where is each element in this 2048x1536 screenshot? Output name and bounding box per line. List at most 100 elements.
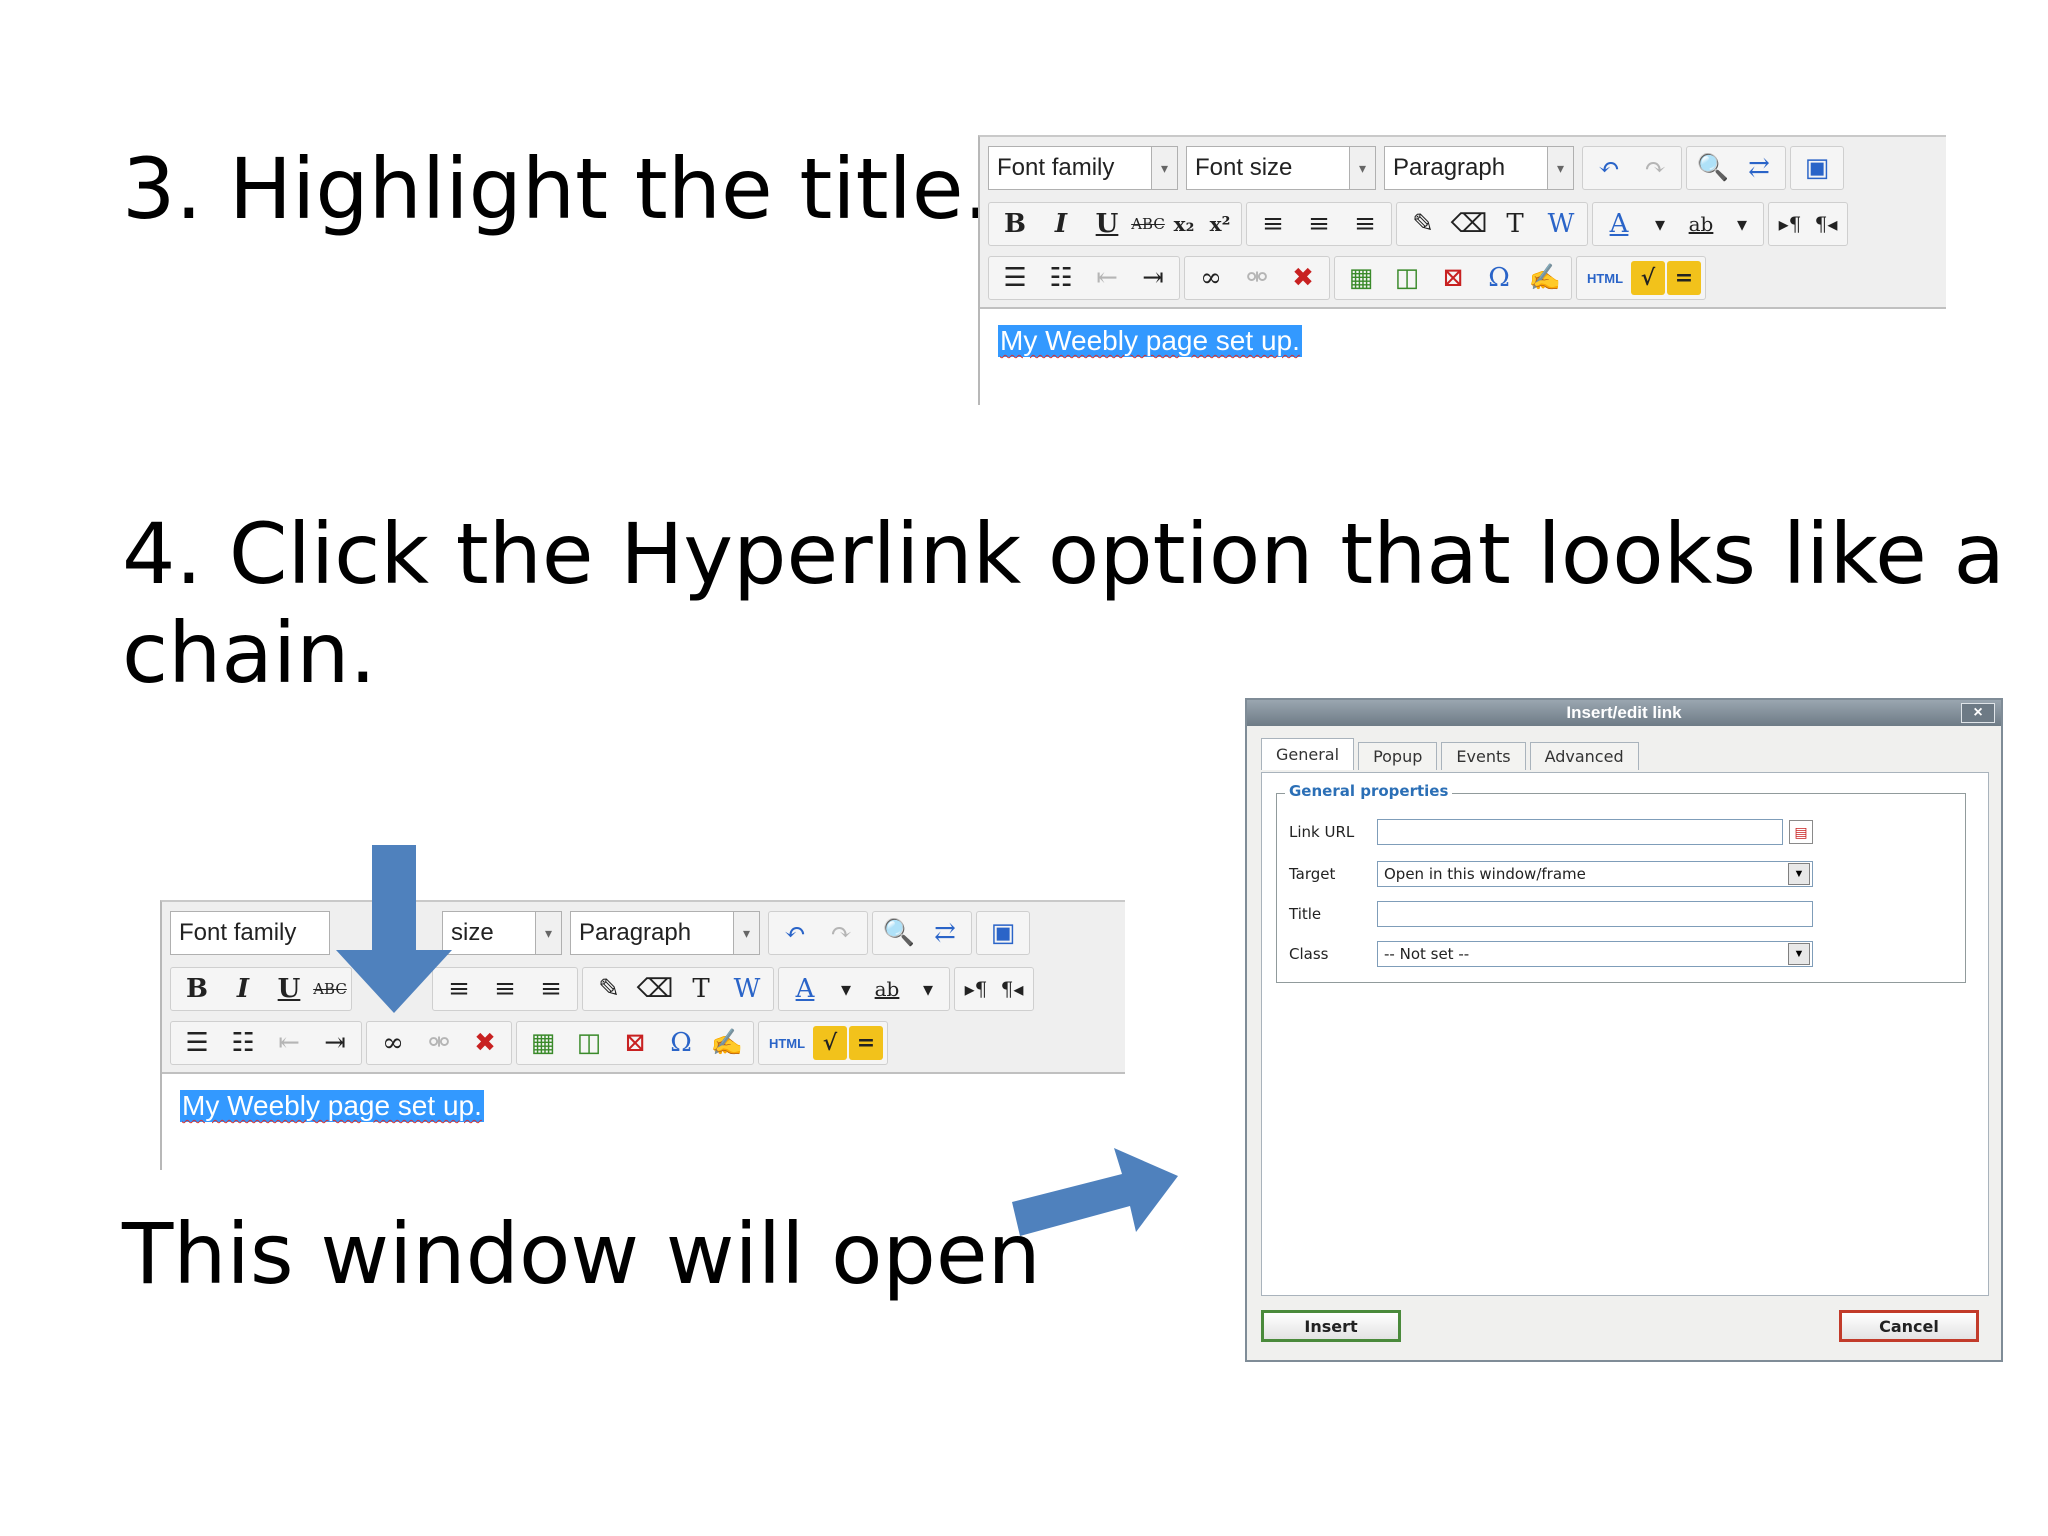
- paste-word-icon[interactable]: W: [725, 969, 769, 1009]
- anchor-remove-icon[interactable]: ✖: [463, 1023, 507, 1063]
- sqrt-icon[interactable]: √: [1631, 261, 1665, 295]
- font-family-select[interactable]: Font family ▾: [988, 146, 1178, 190]
- tab-advanced[interactable]: Advanced: [1529, 742, 1639, 770]
- font-size-select[interactable]: size ▾: [442, 911, 562, 955]
- paste-word-icon[interactable]: W: [1539, 204, 1583, 244]
- link-url-input[interactable]: [1377, 819, 1783, 845]
- unlink-icon[interactable]: ⚮: [1235, 258, 1279, 298]
- link-chain-icon[interactable]: ∞: [1189, 258, 1233, 298]
- insert-button[interactable]: Insert: [1261, 1310, 1401, 1342]
- tab-popup[interactable]: Popup: [1358, 742, 1438, 770]
- browse-icon[interactable]: ▤: [1789, 820, 1813, 844]
- editor-screenshot-top: Font family ▾ Font size ▾ Paragraph ▾ ↶ …: [978, 135, 1946, 405]
- image-icon[interactable]: ▦: [1339, 258, 1383, 298]
- indent-icon[interactable]: ⇥: [1131, 258, 1175, 298]
- chevron-down-icon: ▼: [1788, 863, 1810, 885]
- media-icon[interactable]: ◫: [567, 1023, 611, 1063]
- font-color-icon[interactable]: A: [1597, 204, 1641, 244]
- chevron-down-icon[interactable]: ▾: [1643, 204, 1677, 244]
- font-family-select[interactable]: Font family: [170, 911, 330, 955]
- align-center-icon[interactable]: ≡: [1297, 204, 1341, 244]
- bold-icon[interactable]: B: [175, 969, 219, 1009]
- sqrt-icon[interactable]: √: [813, 1026, 847, 1060]
- highlight-color-icon[interactable]: ab: [1679, 204, 1723, 244]
- dialog-titlebar: Insert/edit link ×: [1247, 700, 2001, 726]
- edit-icon[interactable]: ✍: [705, 1023, 749, 1063]
- highlight-color-icon[interactable]: ab: [865, 969, 909, 1009]
- rtl-icon[interactable]: ¶◂: [1809, 204, 1843, 244]
- history-group: ↶ ↷: [768, 911, 868, 955]
- eraser-icon[interactable]: ⌫: [1447, 204, 1491, 244]
- html-icon[interactable]: HTML: [1581, 258, 1629, 298]
- align-right-icon[interactable]: ≡: [1343, 204, 1387, 244]
- editor-content[interactable]: My Weebly page set up.: [980, 309, 1946, 405]
- editor-toolbar: Font family size ▾ Paragraph ▾ ↶ ↷ 🔍 ⇄ ▣: [162, 902, 1125, 1074]
- class-select[interactable]: -- Not set -- ▼: [1377, 941, 1813, 967]
- numbered-list-icon[interactable]: ☷: [221, 1023, 265, 1063]
- insert-special-icon[interactable]: ⊠: [613, 1023, 657, 1063]
- fullscreen-icon[interactable]: ▣: [981, 913, 1025, 953]
- chevron-down-icon[interactable]: ▾: [911, 969, 945, 1009]
- superscript-icon[interactable]: x²: [1203, 204, 1237, 244]
- find-icon[interactable]: 🔍: [1691, 148, 1735, 188]
- edit-icon[interactable]: ✍: [1523, 258, 1567, 298]
- omega-icon[interactable]: Ω: [1477, 258, 1521, 298]
- redo-icon[interactable]: ↷: [819, 913, 863, 953]
- align-left-icon[interactable]: ≡: [1251, 204, 1295, 244]
- html-icon[interactable]: HTML: [763, 1023, 811, 1063]
- bullet-list-icon[interactable]: ☰: [993, 258, 1037, 298]
- cleanup-icon[interactable]: ✎: [587, 969, 631, 1009]
- undo-icon[interactable]: ↶: [773, 913, 817, 953]
- anchor-remove-icon[interactable]: ✖: [1281, 258, 1325, 298]
- paste-text-icon[interactable]: T: [679, 969, 723, 1009]
- equals-icon[interactable]: =: [849, 1026, 883, 1060]
- replace-icon[interactable]: ⇄: [1737, 148, 1781, 188]
- font-size-select[interactable]: Font size ▾: [1186, 146, 1376, 190]
- bold-icon[interactable]: B: [993, 204, 1037, 244]
- outdent-icon[interactable]: ⇤: [1085, 258, 1129, 298]
- title-input[interactable]: [1377, 901, 1813, 927]
- eraser-icon[interactable]: ⌫: [633, 969, 677, 1009]
- fullscreen-icon[interactable]: ▣: [1795, 148, 1839, 188]
- numbered-list-icon[interactable]: ☷: [1039, 258, 1083, 298]
- subscript-icon[interactable]: x₂: [1167, 204, 1201, 244]
- format-select[interactable]: Paragraph ▾: [1384, 146, 1574, 190]
- tab-general[interactable]: General: [1261, 738, 1355, 770]
- align-right-icon[interactable]: ≡: [529, 969, 573, 1009]
- media-icon[interactable]: ◫: [1385, 258, 1429, 298]
- link-chain-icon[interactable]: ∞: [371, 1023, 415, 1063]
- insert-group: ▦ ◫ ⊠ Ω ✍: [516, 1021, 754, 1065]
- align-center-icon[interactable]: ≡: [483, 969, 527, 1009]
- omega-icon[interactable]: Ω: [659, 1023, 703, 1063]
- undo-icon[interactable]: ↶: [1587, 148, 1631, 188]
- cleanup-icon[interactable]: ✎: [1401, 204, 1445, 244]
- find-icon[interactable]: 🔍: [877, 913, 921, 953]
- indent-icon[interactable]: ⇥: [313, 1023, 357, 1063]
- chevron-down-icon[interactable]: ▾: [829, 969, 863, 1009]
- ltr-icon[interactable]: ▸¶: [1773, 204, 1807, 244]
- cancel-button[interactable]: Cancel: [1839, 1310, 1979, 1342]
- paste-text-icon[interactable]: T: [1493, 204, 1537, 244]
- italic-icon[interactable]: I: [1039, 204, 1083, 244]
- underline-icon[interactable]: U: [267, 969, 311, 1009]
- bullet-list-icon[interactable]: ☰: [175, 1023, 219, 1063]
- font-color-icon[interactable]: A: [783, 969, 827, 1009]
- insert-special-icon[interactable]: ⊠: [1431, 258, 1475, 298]
- redo-icon[interactable]: ↷: [1633, 148, 1677, 188]
- tab-events[interactable]: Events: [1441, 742, 1526, 770]
- target-select[interactable]: Open in this window/frame ▼: [1377, 861, 1813, 887]
- unlink-icon[interactable]: ⚮: [417, 1023, 461, 1063]
- underline-icon[interactable]: U: [1085, 204, 1129, 244]
- close-icon[interactable]: ×: [1961, 703, 1995, 723]
- editor-content[interactable]: My Weebly page set up.: [162, 1074, 1125, 1170]
- image-icon[interactable]: ▦: [521, 1023, 565, 1063]
- replace-icon[interactable]: ⇄: [923, 913, 967, 953]
- italic-icon[interactable]: I: [221, 969, 265, 1009]
- outdent-icon[interactable]: ⇤: [267, 1023, 311, 1063]
- rtl-icon[interactable]: ¶◂: [995, 969, 1029, 1009]
- chevron-down-icon[interactable]: ▾: [1725, 204, 1759, 244]
- equals-icon[interactable]: =: [1667, 261, 1701, 295]
- format-select[interactable]: Paragraph ▾: [570, 911, 760, 955]
- strikethrough-icon[interactable]: ABC: [1131, 204, 1165, 244]
- ltr-icon[interactable]: ▸¶: [959, 969, 993, 1009]
